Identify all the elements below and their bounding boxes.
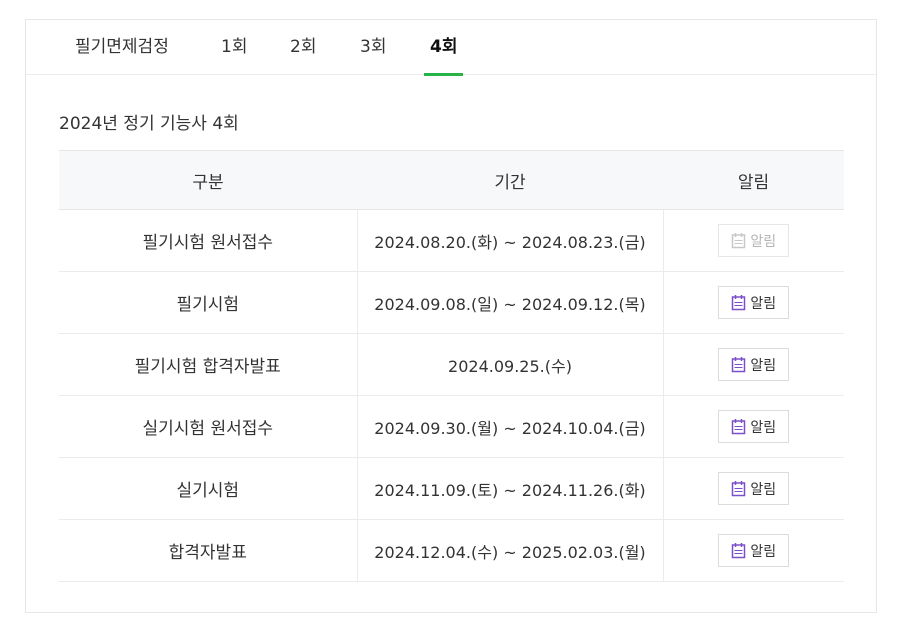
alarm-label: 알림 <box>750 543 777 560</box>
table-header-row: 구분 기간 알림 <box>59 150 844 210</box>
exam-schedule-card: 필기면제검정 1회 2회 3회 4회 2024년 정기 기능사 4회 구분 기간… <box>25 19 877 613</box>
row-period: 2024.09.25.(수) <box>356 333 663 396</box>
row-alarm-cell: 알림 <box>662 271 844 334</box>
alarm-label: 알림 <box>750 233 777 250</box>
calendar-icon <box>731 480 746 497</box>
alarm-button[interactable]: 알림 <box>718 348 790 381</box>
row-category: 필기시험 <box>59 271 357 334</box>
table-row: 필기시험 2024.09.08.(일) ~ 2024.09.12.(목) 알림 <box>59 271 844 334</box>
row-period: 2024.08.20.(화) ~ 2024.08.23.(금) <box>356 209 663 272</box>
table-row: 실기시험 2024.11.09.(토) ~ 2024.11.26.(화) 알림 <box>59 457 844 520</box>
alarm-button[interactable]: 알림 <box>718 410 790 443</box>
header-period: 기간 <box>357 150 663 210</box>
calendar-icon <box>731 418 746 435</box>
calendar-icon <box>731 356 746 373</box>
row-category: 실기시험 원서접수 <box>59 395 357 458</box>
schedule-table: 구분 기간 알림 필기시험 원서접수 2024.08.20.(화) ~ 2024.… <box>59 150 844 582</box>
alarm-label: 알림 <box>750 481 777 498</box>
row-alarm-cell: 알림 <box>662 395 844 458</box>
tab-round-1[interactable]: 1회 <box>221 20 247 75</box>
row-category: 합격자발표 <box>59 519 357 582</box>
row-alarm-cell: 알림 <box>662 519 844 582</box>
calendar-icon <box>731 294 746 311</box>
alarm-label: 알림 <box>750 419 777 436</box>
alarm-button[interactable]: 알림 <box>718 472 790 505</box>
header-category: 구분 <box>59 150 357 210</box>
table-row: 필기시험 원서접수 2024.08.20.(화) ~ 2024.08.23.(금)… <box>59 209 844 272</box>
row-period: 2024.09.30.(월) ~ 2024.10.04.(금) <box>356 395 663 458</box>
tab-exemption-exam[interactable]: 필기면제검정 <box>75 20 169 75</box>
calendar-icon <box>731 232 746 249</box>
row-period: 2024.12.04.(수) ~ 2025.02.03.(월) <box>356 519 663 582</box>
tab-round-3[interactable]: 3회 <box>360 20 386 75</box>
alarm-button[interactable]: 알림 <box>718 534 790 567</box>
calendar-icon <box>731 542 746 559</box>
row-category: 필기시험 합격자발표 <box>59 333 357 396</box>
section-title: 2024년 정기 기능사 4회 <box>59 114 239 134</box>
alarm-label: 알림 <box>750 357 777 374</box>
alarm-label: 알림 <box>750 295 777 312</box>
tab-round-2[interactable]: 2회 <box>290 20 316 75</box>
row-period: 2024.11.09.(토) ~ 2024.11.26.(화) <box>356 457 663 520</box>
row-alarm-cell: 알림 <box>662 457 844 520</box>
alarm-button: 알림 <box>718 224 790 257</box>
row-period: 2024.09.08.(일) ~ 2024.09.12.(목) <box>356 271 663 334</box>
alarm-button[interactable]: 알림 <box>718 286 790 319</box>
table-row: 필기시험 합격자발표 2024.09.25.(수) 알림 <box>59 333 844 396</box>
row-alarm-cell: 알림 <box>662 209 844 272</box>
row-category: 실기시험 <box>59 457 357 520</box>
table-row: 합격자발표 2024.12.04.(수) ~ 2025.02.03.(월) 알림 <box>59 519 844 582</box>
round-tabs: 필기면제검정 1회 2회 3회 4회 <box>26 20 876 76</box>
row-category: 필기시험 원서접수 <box>59 209 357 272</box>
schedule-body: 필기시험 원서접수 2024.08.20.(화) ~ 2024.08.23.(금)… <box>59 209 844 582</box>
tab-round-4[interactable]: 4회 <box>423 20 465 76</box>
header-alarm: 알림 <box>663 150 844 210</box>
row-alarm-cell: 알림 <box>662 333 844 396</box>
table-row: 실기시험 원서접수 2024.09.30.(월) ~ 2024.10.04.(금)… <box>59 395 844 458</box>
